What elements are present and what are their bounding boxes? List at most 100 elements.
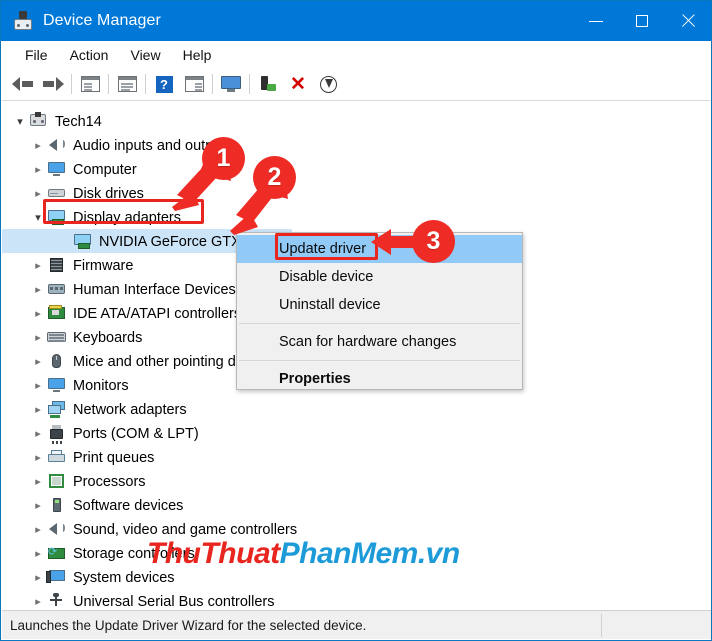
help-button[interactable]: ? xyxy=(149,70,179,98)
watermark-part1: ThuThuat xyxy=(147,537,280,570)
context-menu-item-scan-for-hardware-changes[interactable]: Scan for hardware changes xyxy=(237,328,522,356)
update-driver-icon xyxy=(259,75,277,93)
tree-label: Computer xyxy=(73,161,137,178)
tree-row-usb-controllers[interactable]: ▸ Universal Serial Bus controllers xyxy=(30,589,274,606)
menu-item-file[interactable]: File xyxy=(14,45,59,65)
minimize-icon xyxy=(589,20,603,22)
chevron-right-icon[interactable]: ▸ xyxy=(30,499,46,512)
chevron-right-icon[interactable]: ▸ xyxy=(30,571,46,584)
chevron-right-icon[interactable]: ▸ xyxy=(30,139,46,152)
speaker-icon xyxy=(46,520,67,538)
tree-label: System devices xyxy=(73,569,175,586)
monitor-icon xyxy=(46,376,67,394)
chevron-right-icon[interactable]: ▸ xyxy=(30,259,46,272)
tree-row-keyboards[interactable]: ▸ Keyboards xyxy=(30,325,142,349)
chevron-right-icon[interactable]: ▸ xyxy=(30,403,46,416)
chevron-right-icon[interactable]: ▸ xyxy=(30,451,46,464)
tree-label: Keyboards xyxy=(73,329,143,346)
tree-row-print-queues[interactable]: ▸ Print queues xyxy=(30,445,154,469)
tree-row-network-adapters[interactable]: ▸ Network adapters xyxy=(30,397,187,421)
maximize-button[interactable] xyxy=(619,1,665,41)
tree-label: Sound, video and game controllers xyxy=(73,521,298,538)
chevron-right-icon[interactable]: ▸ xyxy=(30,331,46,344)
tree-row-monitors[interactable]: ▸ Monitors xyxy=(30,373,128,397)
status-message: Launches the Update Driver Wizard for th… xyxy=(10,617,367,633)
show-hide-console-tree-button[interactable] xyxy=(75,70,105,98)
chevron-right-icon[interactable]: ▸ xyxy=(30,475,46,488)
printer-icon xyxy=(46,448,67,466)
callout-3: 3 xyxy=(412,220,455,263)
chevron-right-icon[interactable]: ▸ xyxy=(30,163,46,176)
toolbar-separator xyxy=(71,74,72,94)
network-adapter-icon xyxy=(46,400,67,418)
hid-icon xyxy=(46,280,67,298)
back-button[interactable] xyxy=(8,70,38,98)
software-device-icon xyxy=(46,496,67,514)
update-driver-button[interactable] xyxy=(253,70,283,98)
disable-device-button[interactable] xyxy=(313,70,343,98)
tree-row-ports[interactable]: ▸ Ports (COM & LPT) xyxy=(30,421,199,445)
scan-for-hardware-changes-icon xyxy=(221,76,241,92)
back-icon xyxy=(12,76,34,92)
tree-label: Processors xyxy=(73,473,146,490)
scan-for-hardware-changes-button[interactable] xyxy=(216,70,246,98)
toolbar-separator xyxy=(249,74,250,94)
firmware-icon xyxy=(46,256,67,274)
window-title: Device Manager xyxy=(43,12,161,29)
keyboard-icon xyxy=(46,328,67,346)
menu-item-action[interactable]: Action xyxy=(59,45,120,65)
context-menu-item-properties[interactable]: Properties xyxy=(237,365,522,393)
chevron-right-icon[interactable]: ▸ xyxy=(30,523,46,536)
close-button[interactable] xyxy=(665,1,711,41)
chevron-right-icon[interactable]: ▸ xyxy=(30,283,46,296)
show-hide-console-tree-icon xyxy=(80,76,100,92)
storage-controller-icon: ⟳ xyxy=(46,544,67,562)
mouse-icon xyxy=(46,352,67,370)
show-hide-action-pane-button[interactable] xyxy=(179,70,209,98)
tree-row-firmware[interactable]: ▸ Firmware xyxy=(30,253,133,277)
toolbar-separator xyxy=(145,74,146,94)
tree-row-processors[interactable]: ▸ Processors xyxy=(30,469,146,493)
chevron-right-icon[interactable]: ▸ xyxy=(30,307,46,320)
toolbar: ? ✕ xyxy=(2,68,710,101)
chevron-right-icon[interactable]: ▸ xyxy=(30,547,46,560)
tree-label: Network adapters xyxy=(73,401,187,418)
device-manager-window: Device Manager File Action View Help ? ✕… xyxy=(0,0,712,641)
menu-bar: File Action View Help xyxy=(2,41,710,68)
watermark: ThuThuatPhanMem.vn xyxy=(147,537,460,571)
chevron-right-icon[interactable]: ▸ xyxy=(30,187,46,200)
menu-item-help[interactable]: Help xyxy=(172,45,223,65)
forward-button[interactable] xyxy=(38,70,68,98)
chevron-right-icon[interactable]: ▸ xyxy=(30,595,46,607)
chevron-right-icon[interactable]: ▸ xyxy=(30,427,46,440)
context-menu-item-uninstall-device[interactable]: Uninstall device xyxy=(237,291,522,319)
callout-1: 1 xyxy=(202,137,245,180)
maximize-icon xyxy=(636,15,648,27)
tree-label: Print queues xyxy=(73,449,155,466)
tree-row-ide-controllers[interactable]: ▸ IDE ATA/ATAPI controllers xyxy=(30,301,241,325)
tree-row-hid[interactable]: ▸ Human Interface Devices xyxy=(30,277,236,301)
properties-icon xyxy=(117,76,137,92)
minimize-button[interactable] xyxy=(573,1,619,41)
help-icon: ? xyxy=(155,75,173,93)
chevron-right-icon[interactable]: ▸ xyxy=(30,355,46,368)
tree-row-computer[interactable]: ▸ Computer xyxy=(30,157,137,181)
disable-device-icon xyxy=(319,75,337,93)
title-bar[interactable]: Device Manager xyxy=(1,1,711,41)
watermark-part2: PhanMem.vn xyxy=(279,537,461,570)
toolbar-separator xyxy=(212,74,213,94)
close-icon xyxy=(680,13,696,29)
tree-row-root[interactable]: ▾ Tech14 xyxy=(12,109,102,133)
properties-button[interactable] xyxy=(112,70,142,98)
port-icon xyxy=(46,424,67,444)
tree-row-software-devices[interactable]: ▸ Software devices xyxy=(30,493,183,517)
menu-item-view[interactable]: View xyxy=(119,45,171,65)
uninstall-device-button[interactable]: ✕ xyxy=(283,70,313,98)
chevron-down-icon[interactable]: ▾ xyxy=(12,115,28,128)
context-menu-item-disable-device[interactable]: Disable device xyxy=(237,263,522,291)
tree-label: Human Interface Devices xyxy=(73,281,236,298)
context-menu-separator xyxy=(239,360,520,361)
uninstall-device-icon: ✕ xyxy=(290,73,306,95)
forward-icon xyxy=(42,76,64,92)
chevron-right-icon[interactable]: ▸ xyxy=(30,379,46,392)
